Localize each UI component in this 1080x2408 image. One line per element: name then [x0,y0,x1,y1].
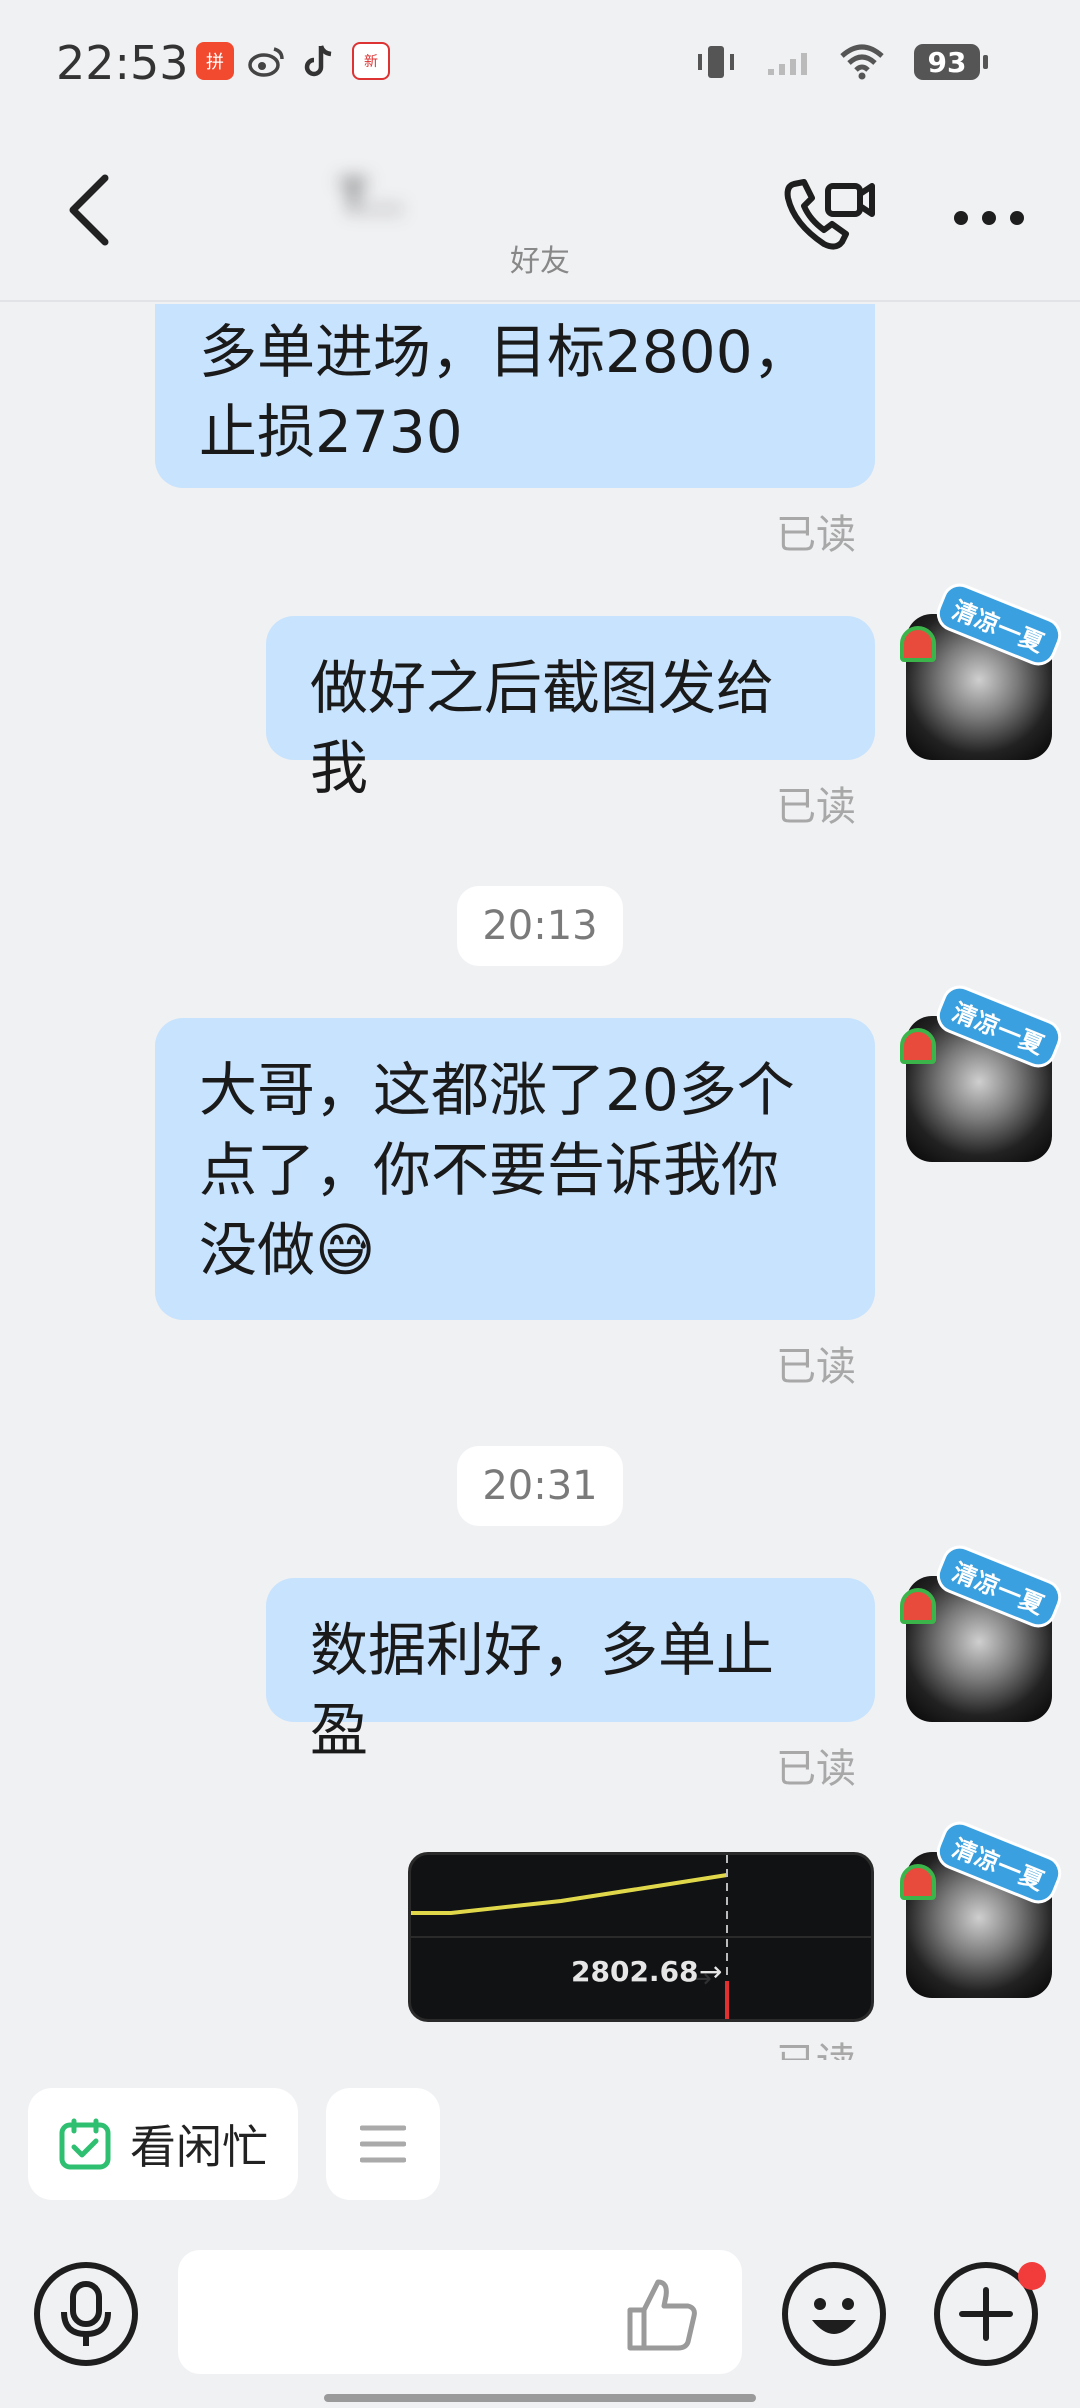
read-receipt: 已读 [776,2030,856,2060]
plus-icon [959,2287,1013,2341]
weibo-icon [248,42,286,80]
wifi-icon [840,44,884,80]
arrow-right-icon: → [699,1955,723,1988]
image-message[interactable]: → 2802.68 → [408,1852,874,2022]
read-receipt: 已读 [776,784,856,830]
message-text: 没做 [199,1216,316,1284]
more-dot [1010,211,1024,225]
more-button[interactable] [924,198,1054,238]
status-indicators: 93 [694,42,988,82]
tiktok-icon [300,42,338,80]
battery-indicator: 93 [914,44,988,80]
voice-button[interactable] [34,2262,138,2366]
microphone-icon [61,2281,111,2346]
message-bubble[interactable]: 多单进场，目标2800， 止损2730 [155,304,875,488]
watermelon-icon [900,1864,936,1900]
avatar[interactable]: 清凉一夏 [900,1540,1067,1722]
read-receipt: 已读 [776,1746,856,1792]
menu-button[interactable] [326,2088,440,2200]
chat-header: T... 好友 [0,120,1080,302]
grin-sweat-emoji: 😅 [315,1216,376,1284]
message-text: 数据利好，多单止盈 [310,1616,775,1764]
avatar[interactable]: 清凉一夏 [900,980,1067,1162]
message-text: 做好之后截图发给我 [310,654,775,802]
message-text: 多单进场，目标2800， [199,318,811,386]
busy-status-label: 看闲忙 [130,2120,268,2174]
message-text-last: 没做😅 [199,1210,831,1290]
message-bubble[interactable]: 做好之后截图发给我 [266,616,875,802]
avatar[interactable]: 清凉一夏 [900,578,1067,760]
contact-status: 好友 [510,244,570,279]
price-chart-image: → [411,1855,871,2019]
quick-actions: 看闲忙 [28,2088,440,2200]
timestamp: 20:13 [457,886,623,966]
watermelon-icon [900,1028,936,1064]
call-button[interactable] [780,172,880,256]
message-text: 大哥，这都涨了20多个 [199,1056,795,1124]
message-text: 点了，你不要告诉我你 [199,1136,780,1204]
message-bubble[interactable]: 数据利好，多单止盈 [266,1578,875,1764]
watermelon-icon [900,626,936,662]
contact-name[interactable]: T... [340,172,700,228]
price-label: 2802.68 [571,1955,699,1988]
status-app-icons: 拼 新 [196,42,390,80]
message-text: 止损2730 [199,398,463,466]
read-receipt: 已读 [776,1344,856,1390]
input-bar [0,2250,1080,2408]
news-app-icon: 新 [352,42,390,80]
phone-video-icon [784,179,875,250]
like-button[interactable] [620,2272,704,2356]
read-receipt: 已读 [776,512,856,558]
more-dot [982,211,996,225]
message-list[interactable]: 多单进场，目标2800， 止损2730 已读 做好之后截图发给我 已读 清凉一夏… [0,304,1080,2060]
thumbs-up-icon [627,2279,697,2351]
watermelon-icon [900,1588,936,1624]
smile-icon [812,2298,856,2334]
notification-badge [1018,2262,1046,2290]
emoji-button[interactable] [782,2262,886,2366]
calendar-check-icon [59,2118,111,2170]
menu-icon [360,2125,406,2163]
busy-status-button[interactable]: 看闲忙 [28,2088,298,2200]
pinduoduo-icon: 拼 [196,42,234,80]
timestamp: 20:31 [457,1446,623,1526]
home-indicator[interactable] [324,2394,756,2402]
more-dots-icon [954,211,968,225]
status-time: 22:53 [56,36,189,90]
status-bar: 22:53 拼 新 93 [0,0,1080,120]
message-bubble[interactable]: 大哥，这都涨了20多个 点了，你不要告诉我你 没做😅 [155,1018,875,1320]
vibrate-icon [698,46,734,78]
avatar[interactable]: 清凉一夏 [900,1816,1067,1998]
signal-icon [768,53,807,75]
